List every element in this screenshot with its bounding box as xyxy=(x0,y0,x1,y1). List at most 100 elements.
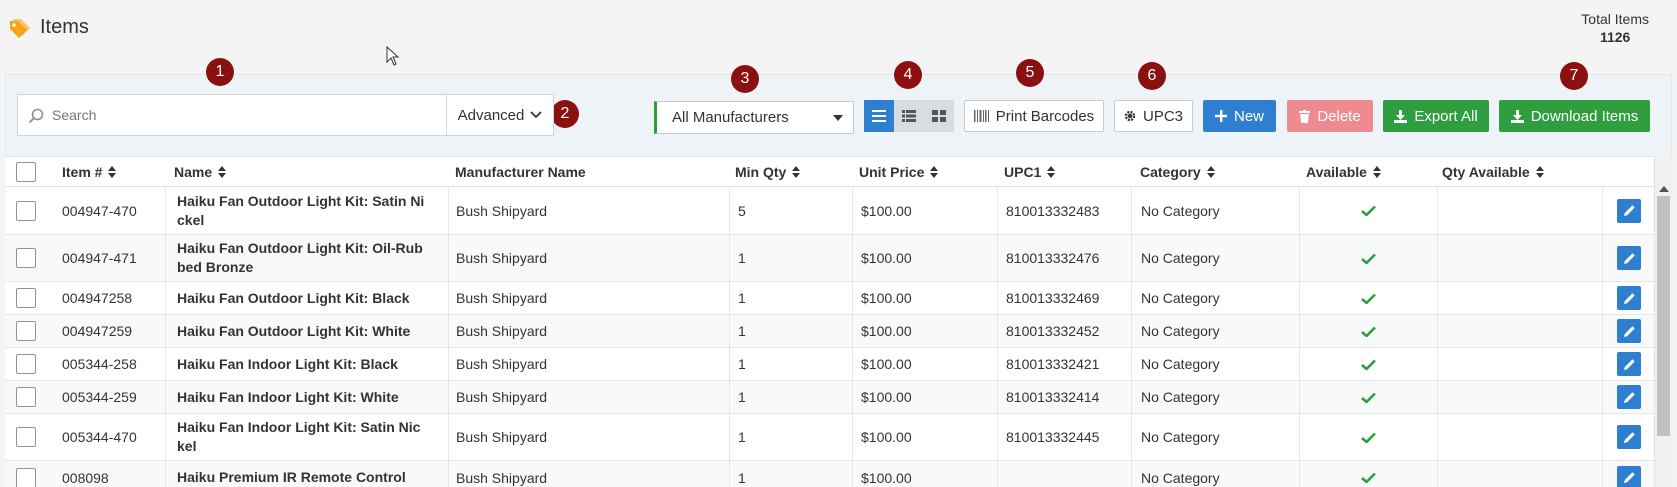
edit-button[interactable] xyxy=(1617,198,1641,223)
row-checkbox[interactable] xyxy=(16,427,36,447)
page-title-text: Items xyxy=(40,16,89,38)
advanced-search-button[interactable]: Advanced xyxy=(446,95,553,135)
col-upc1[interactable]: UPC1 xyxy=(1004,157,1056,187)
plus-icon xyxy=(1214,110,1227,122)
table-row[interactable]: 004947-470 Haiku Fan Outdoor Light Kit: S… xyxy=(5,187,1654,235)
edit-cell xyxy=(1617,381,1641,413)
cell-item-no: 005344-258 xyxy=(62,356,137,372)
column-divider xyxy=(1437,414,1438,460)
select-all-cell xyxy=(16,157,36,187)
upc-settings-button[interactable]: UPC3 xyxy=(1114,100,1193,132)
cell-name[interactable]: Haiku Fan Outdoor Light Kit: Black xyxy=(177,282,445,314)
col-category-label: Category xyxy=(1140,164,1201,180)
edit-button[interactable] xyxy=(1617,465,1641,487)
search-input[interactable] xyxy=(18,95,446,135)
sort-icon xyxy=(930,166,939,178)
col-category[interactable]: Category xyxy=(1140,157,1215,187)
download-icon xyxy=(1510,109,1524,123)
col-upc1-label: UPC1 xyxy=(1004,164,1042,180)
cell-upc1: 810013332469 xyxy=(1006,290,1100,306)
row-checkbox[interactable] xyxy=(16,354,36,374)
column-divider xyxy=(448,187,449,234)
cell-name[interactable]: Haiku Fan Outdoor Light Kit: White xyxy=(177,315,445,347)
print-barcodes-button[interactable]: Print Barcodes xyxy=(964,100,1104,132)
edit-button[interactable] xyxy=(1617,246,1641,270)
row-checkbox[interactable] xyxy=(16,321,36,341)
col-qty-available[interactable]: Qty Available xyxy=(1442,157,1544,187)
cell-unit-price: $100.00 xyxy=(861,250,912,266)
cell-name[interactable]: Haiku Fan Indoor Light Kit: Satin Nic ke… xyxy=(177,414,445,460)
table-row[interactable]: 008098 Haiku Premium IR Remote Control Bus… xyxy=(5,461,1654,487)
col-item-no[interactable]: Item # xyxy=(62,157,117,187)
edit-button[interactable] xyxy=(1617,385,1641,409)
edit-button[interactable] xyxy=(1617,352,1641,376)
sort-icon xyxy=(792,166,801,178)
search-box: Advanced xyxy=(17,94,554,136)
column-divider xyxy=(1602,187,1603,234)
column-divider xyxy=(448,282,449,314)
column-divider xyxy=(997,348,998,380)
grid-view-button[interactable] xyxy=(924,100,954,132)
table-row[interactable]: 005344-470 Haiku Fan Indoor Light Kit: Sa… xyxy=(5,414,1654,461)
col-unit-price[interactable]: Unit Price xyxy=(859,157,939,187)
edit-button[interactable] xyxy=(1617,286,1641,310)
table-row[interactable]: 005344-258 Haiku Fan Indoor Light Kit: Bl… xyxy=(5,348,1654,381)
table-row[interactable]: 005344-259 Haiku Fan Indoor Light Kit: Wh… xyxy=(5,381,1654,414)
delete-button[interactable]: Delete xyxy=(1287,100,1373,132)
cell-unit-price: $100.00 xyxy=(861,469,912,486)
column-divider xyxy=(1299,187,1300,234)
new-item-button[interactable]: New xyxy=(1203,100,1276,132)
top-bar: Items Total Items 1126 xyxy=(0,0,1677,72)
col-min-qty[interactable]: Min Qty xyxy=(735,157,801,187)
list-view-button[interactable] xyxy=(864,100,894,132)
col-name[interactable]: Name xyxy=(174,157,227,187)
cell-name[interactable]: Haiku Fan Indoor Light Kit: White xyxy=(177,381,445,413)
column-divider xyxy=(729,315,730,347)
col-unit-price-label: Unit Price xyxy=(859,164,925,180)
col-available[interactable]: Available xyxy=(1306,157,1381,187)
column-divider xyxy=(1602,235,1603,281)
edit-cell xyxy=(1617,461,1641,487)
table-row[interactable]: 004947259 Haiku Fan Outdoor Light Kit: Wh… xyxy=(5,315,1654,348)
cell-category: No Category xyxy=(1141,323,1220,339)
row-checkbox[interactable] xyxy=(16,248,36,268)
check-icon xyxy=(1361,432,1376,443)
column-divider xyxy=(852,381,853,413)
cell-unit-price: $100.00 xyxy=(861,429,912,445)
column-divider xyxy=(729,461,730,487)
cell-upc1: 810013332452 xyxy=(1006,323,1100,339)
scroll-thumb[interactable] xyxy=(1657,196,1670,436)
select-all-checkbox[interactable] xyxy=(16,162,36,182)
search-icon xyxy=(28,108,44,124)
row-checkbox[interactable] xyxy=(16,467,36,487)
column-divider xyxy=(1602,381,1603,413)
column-divider xyxy=(448,381,449,413)
cell-unit-price: $100.00 xyxy=(861,290,912,306)
col-manufacturer[interactable]: Manufacturer Name xyxy=(455,157,586,187)
cell-manufacturer: Bush Shipyard xyxy=(456,389,548,405)
row-checkbox[interactable] xyxy=(16,288,36,308)
cell-name[interactable]: Haiku Fan Indoor Light Kit: Black xyxy=(177,348,445,380)
download-items-button[interactable]: Download Items xyxy=(1499,100,1650,132)
row-checkbox[interactable] xyxy=(16,200,36,221)
column-divider xyxy=(997,235,998,281)
column-divider xyxy=(729,414,730,460)
cell-name[interactable]: Haiku Fan Outdoor Light Kit: Satin Ni ck… xyxy=(177,187,445,234)
cell-name[interactable]: Haiku Fan Outdoor Light Kit: Oil-Rub bed… xyxy=(177,235,445,281)
detail-view-button[interactable] xyxy=(894,100,924,132)
edit-button[interactable] xyxy=(1617,319,1641,343)
marker-1: 1 xyxy=(206,58,234,86)
scroll-up-arrow-icon[interactable] xyxy=(1659,186,1669,192)
edit-cell xyxy=(1617,235,1641,281)
export-all-button[interactable]: Export All xyxy=(1383,100,1489,132)
table-row[interactable]: 004947-471 Haiku Fan Outdoor Light Kit: O… xyxy=(5,235,1654,282)
table-scrollbar[interactable] xyxy=(1654,156,1672,487)
cell-category: No Category xyxy=(1141,250,1220,266)
edit-button[interactable] xyxy=(1617,425,1641,449)
manufacturer-select[interactable]: All Manufacturers xyxy=(654,101,854,134)
cell-category: No Category xyxy=(1141,290,1220,306)
col-name-label: Name xyxy=(174,164,213,180)
row-checkbox[interactable] xyxy=(16,387,36,407)
cell-name[interactable]: Haiku Premium IR Remote Control xyxy=(177,461,445,487)
table-row[interactable]: 004947258 Haiku Fan Outdoor Light Kit: Bl… xyxy=(5,282,1654,315)
